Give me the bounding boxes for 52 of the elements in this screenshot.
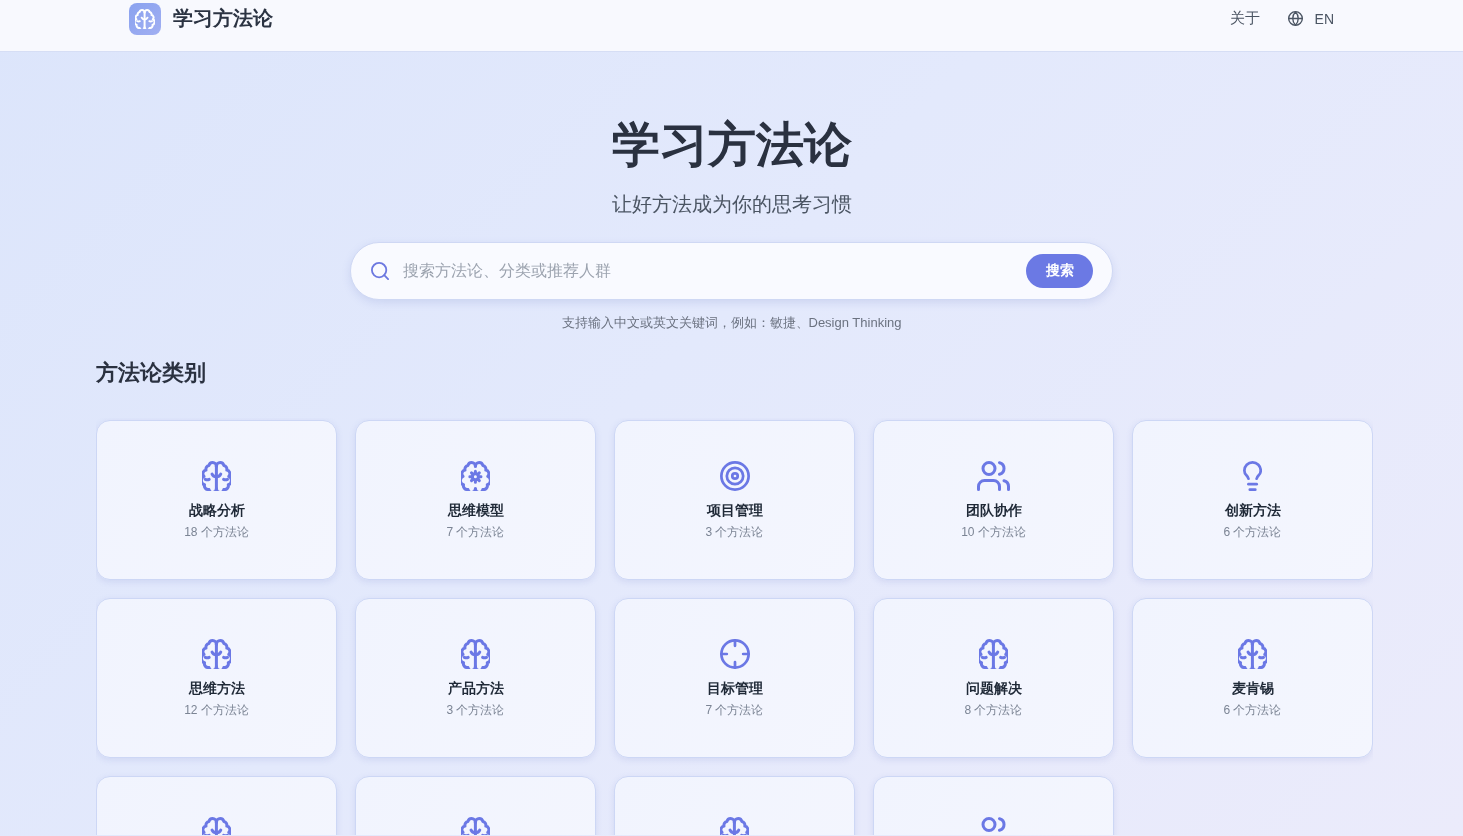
category-title: 麦肯锡 [1231,679,1274,698]
category-card[interactable]: 思维模型 7 个方法论 [355,420,596,580]
target-icon [719,461,750,491]
hero-subtitle: 让好方法成为你的思考习惯 [611,192,852,217]
brain-icon [202,639,231,669]
category-title: 团队协作 [965,501,1022,520]
category-card[interactable]: 创新方法 6 个方法论 [1132,420,1373,580]
category-title: 产品方法 [447,679,504,698]
method-count: 12 个方法论 [184,702,249,719]
site-title[interactable]: 学习方法论 [173,5,273,32]
method-count: 6 个方法论 [1223,524,1282,541]
brain-gear-icon [461,461,490,491]
category-title: 思维模型 [447,501,504,520]
method-count: 6 个方法论 [1223,702,1282,719]
globe-icon [1287,11,1303,26]
brain-logo-icon[interactable] [129,2,161,35]
search-field[interactable]: 搜索方法论、分类或推荐人群 搜索 [350,242,1113,300]
category-title: 战略分析 [188,501,245,520]
method-count: 7 个方法论 [446,524,505,541]
brain-icon [979,639,1008,669]
method-count: 3 个方法论 [446,702,505,719]
section-heading: 方法论类别 [96,359,207,387]
crosshair-icon [719,639,750,669]
brain-icon [1238,639,1267,669]
category-title: 创新方法 [1224,501,1281,520]
category-card[interactable]: 团队协作 10 个方法论 [873,420,1114,580]
method-count: 3 个方法论 [705,524,764,541]
brain-icon [202,461,231,491]
search-icon [371,262,389,280]
nav-link[interactable]: 关于 [1229,9,1260,28]
method-count: 18 个方法论 [184,524,249,541]
method-count: 7 个方法论 [705,702,764,719]
search-button[interactable]: 搜索 [1026,254,1093,288]
category-card[interactable]: 麦肯锡 6 个方法论 [1132,598,1373,758]
category-card[interactable]: 目标管理 7 个方法论 [614,598,855,758]
language-button[interactable]: EN [1287,10,1334,27]
people-icon [977,461,1010,491]
category-card[interactable]: 问题解决 8 个方法论 [873,598,1114,758]
lightbulb-icon [1242,461,1263,491]
brain-icon [461,639,490,669]
search-hint: 支持输入中文或英文关键词，例如：敏捷、Design Thinking [561,314,902,332]
category-card[interactable]: 战略分析 18 个方法论 [96,420,337,580]
category-card[interactable]: 产品方法 3 个方法论 [355,598,596,758]
category-title: 目标管理 [706,679,763,698]
category-title: 思维方法 [188,679,245,698]
category-card[interactable]: 思维方法 12 个方法论 [96,598,337,758]
method-count: 10 个方法论 [961,524,1026,541]
category-card[interactable]: 项目管理 3 个方法论 [614,420,855,580]
method-count: 8 个方法论 [964,702,1023,719]
hero-title: 学习方法论 [611,117,852,173]
category-title: 项目管理 [706,501,763,520]
category-title: 问题解决 [965,679,1022,698]
